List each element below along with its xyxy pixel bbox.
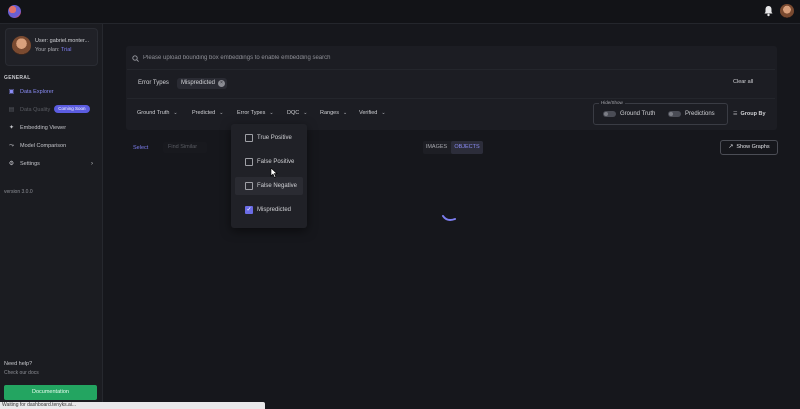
sidebar-item-embedding-viewer[interactable]: ✦ Embedding Viewer — [4, 122, 99, 134]
help-title: Need help? — [4, 361, 33, 367]
dropdown-option-false-negative[interactable]: False Negative — [235, 177, 303, 195]
chevron-down-icon: ⌄ — [303, 110, 308, 116]
filter-error-types[interactable]: Error Types ⌄ — [237, 110, 274, 116]
version-label: version 3.0.0 — [4, 189, 33, 195]
documentation-button[interactable]: Documentation — [4, 385, 97, 400]
filter-label: Verified — [359, 110, 378, 116]
checkbox-checked[interactable]: ✓ — [245, 206, 253, 214]
browser-status-bar: Waiting for dashboard.tenyks.ai... — [0, 402, 265, 409]
filter-label: Predicted — [192, 110, 216, 116]
select-button[interactable]: Select — [133, 145, 148, 151]
dropdown-option-false-positive[interactable]: False Positive — [235, 153, 303, 171]
top-bar — [0, 0, 800, 24]
active-filter-label: Error Types — [138, 80, 169, 86]
checkbox[interactable] — [245, 158, 253, 166]
chevron-down-icon: ⌄ — [342, 110, 348, 116]
filter-ranges[interactable]: Ranges ⌄ — [320, 110, 347, 116]
checkbox[interactable] — [245, 182, 253, 190]
filter-label: Ranges — [320, 110, 339, 116]
chart-icon: ⤳ — [9, 143, 14, 149]
section-title-general: GENERAL — [4, 75, 31, 81]
sidebar: User: gabriel.monter... Your plan: Trial… — [0, 24, 103, 409]
user-plan: Your plan: Trial — [35, 47, 72, 53]
find-similar-button: Find Similar — [163, 142, 207, 153]
group-by-button[interactable]: ☰ Group By — [733, 111, 766, 117]
tab-images[interactable]: IMAGES — [423, 141, 450, 154]
filter-ground-truth[interactable]: Ground Truth ⌄ — [137, 110, 178, 116]
active-filter-chip[interactable]: Mispredicted × — [177, 78, 228, 89]
dropdown-option-true-positive[interactable]: True Positive — [235, 129, 303, 147]
avatar[interactable] — [780, 4, 794, 18]
sidebar-item-label: Settings — [20, 161, 40, 167]
chevron-down-icon: ⌄ — [269, 110, 274, 116]
sparkle-icon: ✦ — [8, 125, 15, 131]
show-graphs-label: Show Graphs — [736, 144, 770, 150]
sidebar-item-label: Data Quality — [20, 107, 51, 113]
ground-truth-toggle[interactable] — [603, 111, 616, 117]
divider — [127, 98, 775, 99]
check-icon: ▤ — [8, 107, 15, 113]
list-icon: ☰ — [733, 111, 738, 117]
tab-objects[interactable]: OBJECTS — [451, 141, 483, 154]
filter-predicted[interactable]: Predicted ⌄ — [192, 110, 223, 116]
chevron-down-icon: ⌄ — [219, 110, 224, 116]
chevron-right-icon: › — [91, 161, 93, 167]
app-logo[interactable] — [8, 5, 21, 18]
option-label: Mispredicted — [257, 207, 292, 213]
predictions-toggle-label: Predictions — [685, 111, 715, 117]
chevron-down-icon: ⌄ — [381, 110, 386, 116]
mouse-cursor-icon — [270, 165, 278, 178]
remove-filter-icon[interactable]: × — [218, 80, 226, 87]
predictions-toggle[interactable] — [668, 111, 681, 117]
user-card[interactable]: User: gabriel.monter... Your plan: Trial — [5, 28, 98, 66]
show-graphs-button[interactable]: ↗ Show Graphs — [720, 140, 778, 155]
search-input[interactable] — [143, 53, 643, 63]
loading-spinner-icon — [440, 210, 458, 221]
clear-all-button[interactable]: Clear all — [733, 79, 753, 85]
filter-dqc[interactable]: DQC ⌄ — [287, 110, 307, 116]
filter-label: DQC — [287, 110, 300, 116]
user-avatar — [12, 36, 31, 55]
sidebar-item-model-comparison[interactable]: ⤳ Model Comparison — [4, 140, 99, 152]
search-icon — [132, 55, 139, 62]
coming-soon-badge: Coming Soon — [54, 105, 90, 113]
checkbox[interactable] — [245, 134, 253, 142]
sidebar-item-settings[interactable]: ⚙ Settings › — [4, 158, 99, 170]
sidebar-item-label: Data Explorer — [20, 89, 54, 95]
bell-icon[interactable] — [762, 5, 774, 18]
sidebar-item-label: Model Comparison — [20, 143, 67, 149]
plan-prefix: Your plan: — [35, 47, 61, 53]
ground-truth-toggle-label: Ground Truth — [620, 111, 656, 117]
option-label: False Negative — [257, 183, 298, 189]
grid-icon: ▣ — [8, 89, 15, 95]
group-by-label: Group By — [740, 111, 766, 117]
divider — [127, 69, 775, 70]
filter-label: Ground Truth — [137, 110, 170, 116]
filter-verified[interactable]: Verified ⌄ — [359, 110, 386, 116]
chevron-down-icon: ⌄ — [173, 110, 178, 116]
sidebar-item-label: Embedding Viewer — [20, 125, 67, 131]
sidebar-item-data-quality: ▤ Data Quality Coming Soon — [4, 104, 99, 116]
trend-icon: ↗ — [728, 144, 734, 150]
filter-label: Error Types — [237, 110, 266, 116]
hide-show-legend: Hide/Show — [599, 100, 625, 105]
help-subtitle[interactable]: Check our docs — [4, 370, 39, 376]
gear-icon: ⚙ — [8, 161, 15, 167]
dropdown-option-mispredicted[interactable]: ✓ Mispredicted — [235, 201, 303, 219]
sidebar-item-data-explorer[interactable]: ▣ Data Explorer — [4, 86, 99, 98]
plan-name[interactable]: Trial — [61, 47, 72, 53]
user-name: User: gabriel.monter... — [35, 38, 90, 44]
active-filter-value: Mispredicted — [181, 80, 216, 86]
option-label: True Positive — [257, 135, 292, 141]
